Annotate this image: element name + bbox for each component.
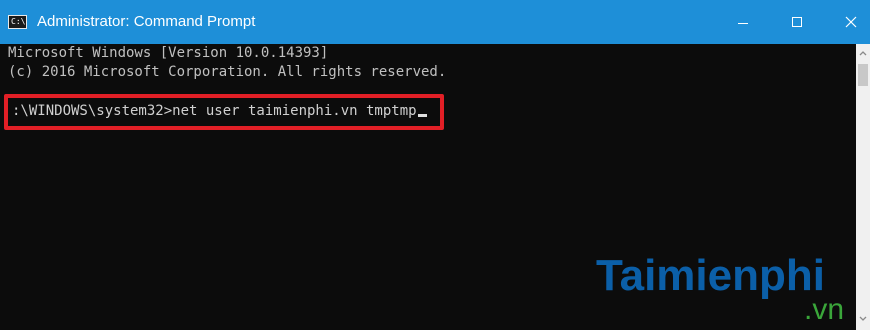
- window-title: Administrator: Command Prompt: [37, 13, 256, 30]
- command-prompt-window: C:\ Administrator: Command Prompt Micros…: [0, 0, 870, 330]
- cmd-icon-glyph: C:\: [11, 17, 26, 26]
- cmd-icon[interactable]: C:\: [8, 15, 27, 29]
- scroll-up-button[interactable]: [856, 46, 870, 60]
- watermark-domain: .vn: [804, 293, 845, 326]
- minimize-icon: [738, 22, 748, 24]
- chevron-up-icon: [859, 51, 867, 56]
- close-icon: [845, 16, 857, 28]
- maximize-icon: [792, 17, 802, 27]
- title-bar[interactable]: C:\ Administrator: Command Prompt: [0, 0, 870, 44]
- chevron-down-icon: [859, 316, 867, 321]
- vertical-scrollbar[interactable]: [856, 44, 870, 330]
- minimize-button[interactable]: [720, 0, 766, 44]
- close-button[interactable]: [828, 0, 870, 44]
- watermark-name: Taimienphi: [596, 251, 825, 300]
- command-highlight-box: [4, 94, 444, 130]
- scrollbar-thumb[interactable]: [858, 64, 868, 86]
- scroll-down-button[interactable]: [856, 312, 870, 326]
- console-line-copyright: (c) 2016 Microsoft Corporation. All righ…: [8, 64, 447, 80]
- taimienphi-watermark-logo: Taimienphi .vn: [596, 252, 856, 330]
- maximize-button[interactable]: [774, 0, 820, 44]
- console-line-version: Microsoft Windows [Version 10.0.14393]: [8, 45, 329, 61]
